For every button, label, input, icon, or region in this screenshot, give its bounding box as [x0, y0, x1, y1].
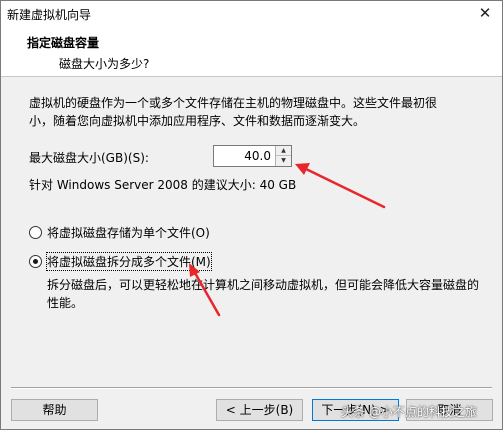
disk-description: 虚拟机的硬盘作为一个或多个文件存储在主机的物理磁盘中。这些文件最初很 小，随着您… [29, 94, 484, 130]
radio-split-files[interactable]: 将虚拟磁盘拆分成多个文件(M) [29, 252, 212, 271]
split-description-line-2: 性能。 [47, 296, 84, 310]
radio-single-file[interactable]: 将虚拟磁盘存储为单个文件(O) [29, 224, 210, 241]
spin-down-icon[interactable]: ▼ [276, 156, 291, 166]
back-button[interactable]: < 上一步(B) [216, 399, 303, 421]
radio-button-split-files[interactable] [29, 255, 42, 268]
window-title: 新建虚拟机向导 [7, 8, 92, 22]
help-button[interactable]: 帮助 [11, 399, 98, 421]
annotation-arrow-disk-size [295, 163, 386, 209]
radio-split-files-label: 将虚拟磁盘拆分成多个文件(M) [46, 252, 212, 271]
page-subtitle: 磁盘大小为多少? [59, 57, 150, 71]
page-title: 指定磁盘容量 [27, 36, 100, 50]
watermark: 头条 @小不点的科技之旅 [341, 405, 477, 419]
wizard-header: 指定磁盘容量 磁盘大小为多少? [1, 27, 502, 77]
new-vm-wizard-window: 新建虚拟机向导 ✕ 指定磁盘容量 磁盘大小为多少? 虚拟机的硬盘作为一个或多个文… [0, 0, 503, 430]
max-disk-size-label: 最大磁盘大小(GB)(S): [29, 151, 149, 165]
split-description-line-1: 拆分磁盘后，可以更轻松地在计算机之间移动虚拟机，但可能会降低大容量磁盘的 [47, 278, 480, 292]
radio-button-single-file[interactable] [29, 226, 42, 239]
disk-description-line-1: 虚拟机的硬盘作为一个或多个文件存储在主机的物理磁盘中。这些文件最初很 [29, 96, 438, 110]
disk-size-spinner: ▲ ▼ [213, 145, 292, 167]
close-icon[interactable]: ✕ [474, 2, 496, 24]
title-bar: 新建虚拟机向导 ✕ [1, 1, 502, 27]
disk-size-input[interactable] [214, 146, 275, 166]
spinner-buttons: ▲ ▼ [275, 146, 291, 166]
footer-divider [11, 387, 492, 389]
split-description: 拆分磁盘后，可以更轻松地在计算机之间移动虚拟机，但可能会降低大容量磁盘的 性能。 [47, 276, 487, 312]
spin-up-icon[interactable]: ▲ [276, 146, 291, 156]
recommended-size-text: 针对 Windows Server 2008 的建议大小: 40 GB [29, 178, 297, 192]
disk-description-line-2: 小，随着您向虚拟机中添加应用程序、文件和数据而逐渐变大。 [29, 114, 366, 128]
radio-single-file-label: 将虚拟磁盘存储为单个文件(O) [47, 226, 210, 240]
